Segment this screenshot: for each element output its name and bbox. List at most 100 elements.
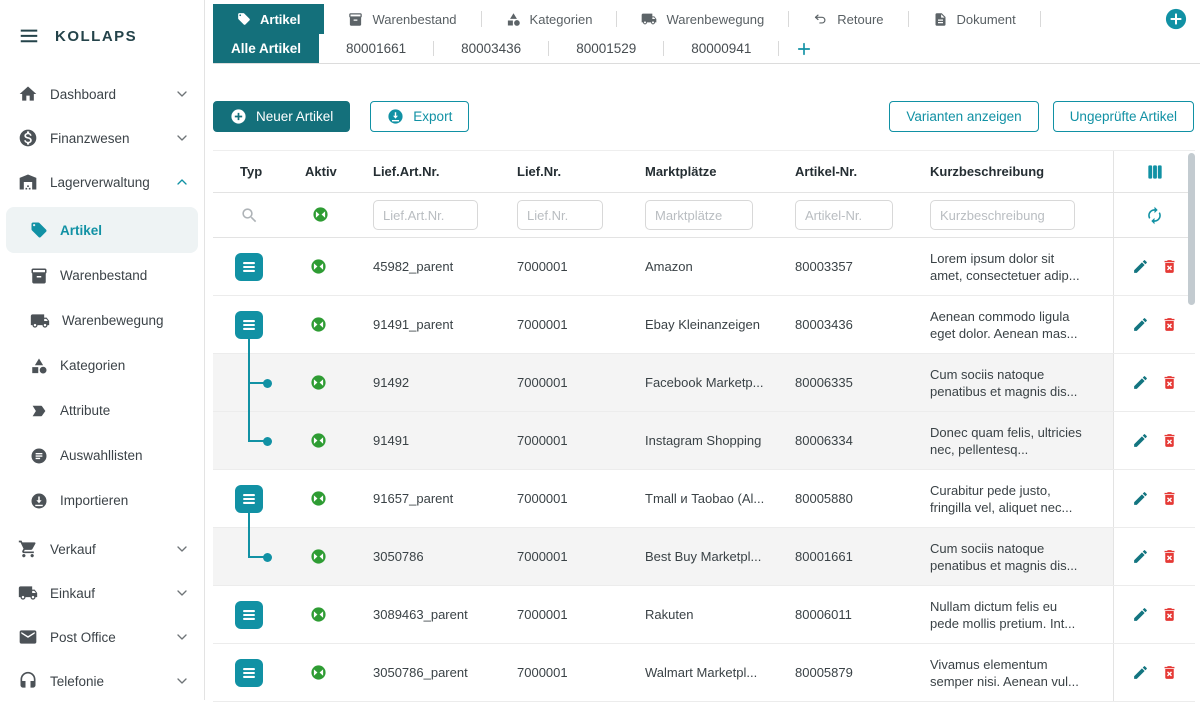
button-label: Varianten anzeigen [906, 109, 1021, 124]
chevron-up-icon [174, 174, 190, 190]
expand-variants-button[interactable] [235, 485, 263, 513]
delete-icon[interactable] [1161, 490, 1178, 507]
column-header-marktplaetze[interactable]: Marktplätze [627, 164, 777, 179]
filter-input-marktplaetze[interactable] [645, 200, 753, 230]
active-toggle-icon[interactable] [312, 206, 329, 223]
active-status-icon [310, 664, 327, 681]
delete-icon[interactable] [1161, 664, 1178, 681]
home-icon [18, 84, 38, 104]
cart-icon [18, 539, 38, 559]
edit-icon[interactable] [1132, 490, 1149, 507]
list-icon [238, 604, 260, 626]
tab-warenbewegung[interactable]: Warenbewegung [617, 4, 788, 34]
delete-icon[interactable] [1161, 432, 1178, 449]
table-scrollbar[interactable] [1188, 151, 1196, 701]
show-variants-button[interactable]: Varianten anzeigen [889, 101, 1038, 132]
edit-icon[interactable] [1132, 432, 1149, 449]
delete-icon[interactable] [1161, 258, 1178, 275]
add-tab-button[interactable] [1165, 8, 1187, 30]
table-row[interactable]: 91491_parent 7000001 Ebay Kleinanzeigen … [213, 296, 1195, 354]
sidebar-item-dashboard[interactable]: Dashboard [0, 72, 204, 116]
subtab-article-1[interactable]: 80001661 [319, 34, 433, 63]
chevron-down-icon [174, 673, 190, 689]
edit-icon[interactable] [1132, 316, 1149, 333]
sidebar-item-warenbewegung[interactable]: Warenbewegung [0, 298, 204, 343]
table-row[interactable]: 3050786_parent 7000001 Walmart Marketpl.… [213, 644, 1195, 702]
tab-warenbestand[interactable]: Warenbestand [324, 4, 480, 34]
delete-icon[interactable] [1161, 548, 1178, 565]
tab-artikel[interactable]: Artikel [213, 4, 324, 34]
expand-variants-button[interactable] [235, 659, 263, 687]
filter-input-lief-nr[interactable] [517, 200, 603, 230]
delete-icon[interactable] [1161, 606, 1178, 623]
subtab-label: 80000941 [691, 41, 751, 56]
cell-kurzbeschreibung: Vivamus elementum semper nisi. Aenean vu… [930, 656, 1088, 690]
category-icon [506, 12, 521, 27]
edit-icon[interactable] [1132, 664, 1149, 681]
hamburger-menu-icon[interactable] [18, 25, 40, 47]
table-row[interactable]: 45982_parent 7000001 Amazon 80003357 Lor… [213, 238, 1195, 296]
expand-variants-button[interactable] [235, 311, 263, 339]
sidebar-item-einkauf[interactable]: Einkauf [0, 571, 204, 615]
sidebar-item-kategorien[interactable]: Kategorien [0, 343, 204, 388]
filter-input-lief-art-nr[interactable] [373, 200, 478, 230]
subtab-article-4[interactable]: 80000941 [664, 34, 778, 63]
filter-input-kurzbeschreibung[interactable] [930, 200, 1075, 230]
edit-icon[interactable] [1132, 258, 1149, 275]
sidebar-item-artikel[interactable]: Artikel [6, 207, 198, 253]
cell-artikel-nr: 80006011 [777, 607, 912, 622]
tab-retoure[interactable]: Retoure [789, 4, 907, 34]
sidebar-item-importieren[interactable]: Importieren [0, 478, 204, 523]
table-row-child[interactable]: 91492 7000001 Facebook Marketp... 800063… [213, 354, 1195, 412]
chevron-down-icon [174, 86, 190, 102]
table-row[interactable]: 3089463_parent 7000001 Rakuten 80006011 … [213, 586, 1195, 644]
sidebar-item-finanzwesen[interactable]: Finanzwesen [0, 116, 204, 160]
delete-icon[interactable] [1161, 374, 1178, 391]
sidebar-item-lagerverwaltung[interactable]: Lagerverwaltung [0, 160, 204, 204]
expand-variants-button[interactable] [235, 601, 263, 629]
cell-lief-nr: 7000001 [499, 375, 627, 390]
table-row-child[interactable]: 91491 7000001 Instagram Shopping 8000633… [213, 412, 1195, 470]
column-header-lief-art-nr[interactable]: Lief.Art.Nr. [355, 164, 499, 179]
column-header-artikel-nr[interactable]: Artikel-Nr. [777, 164, 912, 179]
expand-variants-button[interactable] [235, 253, 263, 281]
sidebar-item-post-office[interactable]: Post Office [0, 615, 204, 659]
subtab-article-3[interactable]: 80001529 [549, 34, 663, 63]
column-header-kurzbeschreibung[interactable]: Kurzbeschreibung [912, 164, 1113, 179]
tab-kategorien[interactable]: Kategorien [482, 4, 617, 34]
headset-icon [18, 671, 38, 691]
unverified-articles-button[interactable]: Ungeprüfte Artikel [1053, 101, 1194, 132]
delete-icon[interactable] [1161, 316, 1178, 333]
refresh-icon[interactable] [1145, 206, 1164, 225]
column-header-typ[interactable]: Typ [213, 164, 285, 179]
cell-marktplatz: Instagram Shopping [627, 433, 777, 448]
subtab-alle-artikel[interactable]: Alle Artikel [213, 34, 319, 63]
edit-icon[interactable] [1132, 548, 1149, 565]
edit-icon[interactable] [1132, 606, 1149, 623]
sidebar-item-warenbestand[interactable]: Warenbestand [0, 253, 204, 298]
sidebar-item-verkauf[interactable]: Verkauf [0, 527, 204, 571]
search-icon[interactable] [240, 206, 259, 225]
scrollbar-thumb[interactable] [1188, 153, 1195, 305]
table-row[interactable]: 91657_parent 7000001 Tmall и Taobao (Al.… [213, 470, 1195, 528]
new-article-button[interactable]: Neuer Artikel [213, 101, 350, 132]
chevron-down-icon [174, 541, 190, 557]
tree-connector-dot [263, 437, 272, 446]
list-icon [238, 314, 260, 336]
edit-icon[interactable] [1132, 374, 1149, 391]
export-button[interactable]: Export [370, 101, 469, 132]
sidebar-item-attribute[interactable]: Attribute [0, 388, 204, 433]
sidebar-item-auswahllisten[interactable]: Auswahllisten [0, 433, 204, 478]
tag-icon [30, 221, 48, 239]
tab-dokument[interactable]: Dokument [909, 4, 1040, 34]
column-settings-icon[interactable] [1145, 162, 1165, 182]
add-subtab-button[interactable] [779, 34, 829, 63]
column-header-aktiv[interactable]: Aktiv [285, 164, 355, 179]
table-row-child[interactable]: 3050786 7000001 Best Buy Marketpl... 800… [213, 528, 1195, 586]
column-header-lief-nr[interactable]: Lief.Nr. [499, 164, 627, 179]
button-label: Neuer Artikel [256, 109, 333, 124]
filter-input-artikel-nr[interactable] [795, 200, 893, 230]
subtab-article-2[interactable]: 80003436 [434, 34, 548, 63]
cell-lief-art-nr: 91491_parent [355, 317, 499, 332]
sidebar-item-telefonie[interactable]: Telefonie [0, 659, 204, 703]
